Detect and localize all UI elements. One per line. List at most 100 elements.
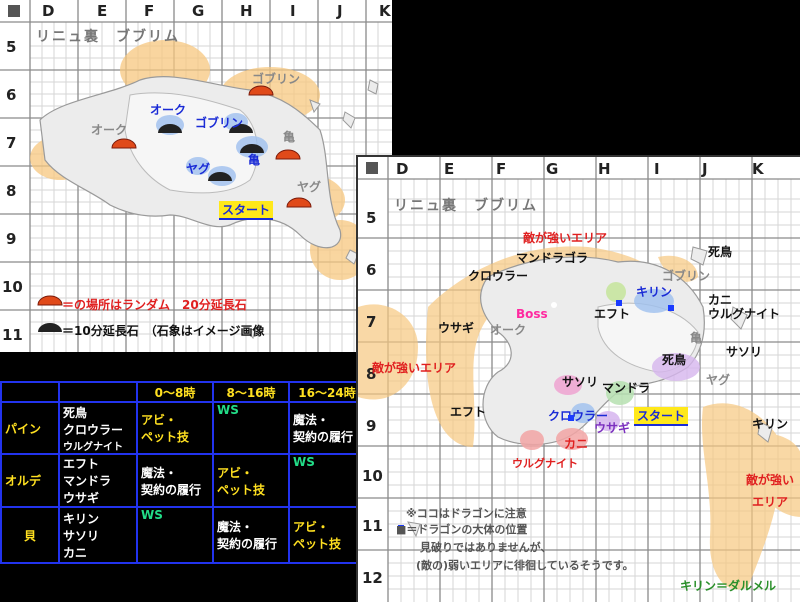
left-col-I: I bbox=[290, 2, 296, 20]
right-col-F: F bbox=[496, 160, 507, 178]
left-col-F: F bbox=[144, 2, 155, 20]
right-label-boss: Boss bbox=[516, 307, 548, 321]
tt-monster: サソリ bbox=[63, 528, 100, 543]
right-row-7: 7 bbox=[366, 313, 377, 331]
right-label-strong-area-left: 敵が強いエリア bbox=[372, 361, 457, 375]
right-note-3: 見破りではありませんが、 bbox=[420, 541, 552, 554]
tt-cell: アビ・ ペット技 bbox=[288, 506, 366, 564]
right-col-J: J bbox=[702, 160, 708, 178]
tt-monsters: 死鳥 クロウラー ウルグナイト bbox=[58, 401, 138, 455]
tt-row-name: 貝 bbox=[0, 506, 60, 564]
right-label-goblin: ゴブリン bbox=[662, 269, 711, 283]
tt-monster: マンドラ bbox=[63, 474, 112, 488]
left-row-9: 9 bbox=[6, 230, 17, 248]
right-map-panel: D E F G H I J K 5 6 7 8 9 10 11 12 リニュ裏 … bbox=[356, 155, 800, 602]
tt-row-name: オルデ bbox=[0, 453, 60, 508]
right-col-H: H bbox=[598, 160, 611, 178]
right-label-strong-area-right-2: エリア bbox=[752, 495, 789, 509]
right-label-wolgnite-top: ウルグナイト bbox=[708, 307, 781, 321]
right-note-4: (敵の)弱いエリアに徘徊しているそうです。 bbox=[416, 559, 634, 572]
right-label-strong-area-right-1: 敵が強い bbox=[746, 473, 795, 487]
tt-monster: エフト bbox=[63, 457, 100, 471]
right-label-kirin-top: キリン bbox=[636, 285, 673, 299]
left-row-11: 11 bbox=[2, 326, 23, 344]
right-label-efuto-left: エフト bbox=[450, 405, 487, 419]
tt-header-0-8: 0～8時 bbox=[136, 381, 214, 403]
left-map-title: リニュ裏 ブブリム bbox=[36, 29, 180, 45]
right-label-mandragora-top: マンドラゴラ bbox=[516, 251, 589, 265]
right-map-corner bbox=[366, 162, 378, 174]
tt-row-name: パイン bbox=[0, 401, 60, 455]
tt-cell: 魔法・ 契約の履行 bbox=[212, 506, 290, 564]
left-row-5: 5 bbox=[6, 38, 17, 56]
right-footer-kirin: キリン＝ダルメル bbox=[680, 579, 777, 593]
tt-monster: カニ bbox=[63, 545, 88, 560]
left-row-8: 8 bbox=[6, 182, 17, 200]
right-label-orc: オーク bbox=[490, 323, 527, 337]
dragon-position-marker bbox=[568, 415, 574, 421]
right-label-shicho-mid: 死鳥 bbox=[662, 353, 687, 367]
right-row-9: 9 bbox=[366, 417, 377, 435]
right-label-sasori-right: サソリ bbox=[726, 345, 763, 359]
right-label-mandora: マンドラ bbox=[602, 381, 651, 395]
tt-monsters: エフト マンドラ ウサギ bbox=[58, 453, 138, 508]
right-label-crawler-top: クロウラー bbox=[468, 269, 529, 283]
tt-row-orde: オルデ エフト マンドラ ウサギ 魔法・ 契約の履行 アビ・ ペット技 WS bbox=[0, 453, 366, 508]
left-legend-ten-min: ＝10分延長石 （石象はイメージ画像 bbox=[62, 324, 265, 338]
left-label-orc-blue: オーク bbox=[150, 103, 187, 117]
tt-header-empty-1 bbox=[0, 381, 60, 403]
right-row-10: 10 bbox=[362, 467, 383, 485]
left-col-K: K bbox=[379, 2, 391, 20]
right-label-kame: 亀 bbox=[690, 331, 703, 345]
left-start-marker: スタート bbox=[219, 201, 274, 220]
tt-monsters: キリン サソリ カニ bbox=[58, 506, 138, 564]
right-row-5: 5 bbox=[366, 209, 377, 227]
right-label-usagi: ウサギ bbox=[438, 321, 475, 335]
right-label-sasori-mid: サソリ bbox=[562, 375, 599, 389]
right-label-shicho-top: 死鳥 bbox=[708, 245, 733, 259]
left-col-G: G bbox=[192, 2, 205, 20]
left-col-E: E bbox=[97, 2, 108, 20]
tt-cell: WS bbox=[288, 453, 366, 508]
right-label-efuto-top: エフト bbox=[594, 307, 631, 321]
left-label-goblin-blue: ゴブリン bbox=[195, 116, 244, 130]
left-map-panel: D E F G H I J K L 5 6 7 8 9 10 11 リニュ裏 ブ… bbox=[0, 0, 392, 352]
right-label-strong-area-top: 敵が強いエリア bbox=[523, 231, 608, 245]
left-row-6: 6 bbox=[6, 86, 17, 104]
tt-cell: WS bbox=[136, 506, 214, 564]
tt-cell: 魔法・ 契約の履行 bbox=[136, 453, 214, 508]
left-row-7: 7 bbox=[6, 134, 17, 152]
left-col-H: H bbox=[240, 2, 253, 20]
right-col-K: K bbox=[752, 160, 764, 178]
left-label-yagu-blue: ヤグ bbox=[186, 162, 211, 176]
right-note-2: ■＝ドラゴンの大体の位置 bbox=[396, 523, 528, 536]
timetable: 0～8時 8～16時 16～24時 パイン 死鳥 クロウラー ウルグナイト アビ… bbox=[0, 381, 366, 564]
right-label-kirin-right: キリン bbox=[752, 417, 789, 431]
right-row-11: 11 bbox=[362, 517, 383, 535]
tt-header-empty-2 bbox=[58, 381, 138, 403]
tt-cell: 魔法・ 契約の履行 bbox=[288, 401, 366, 455]
right-label-kani-mid: カニ bbox=[564, 437, 589, 451]
right-label-wolgnite-mid: ウルグナイト bbox=[512, 457, 578, 470]
right-col-D: D bbox=[396, 160, 409, 178]
right-col-E: E bbox=[444, 160, 455, 178]
left-label-kame-blue: 亀 bbox=[248, 153, 261, 167]
tt-row-pine: パイン 死鳥 クロウラー ウルグナイト アビ・ ペット技 WS 魔法・ 契約の履行 bbox=[0, 401, 366, 455]
left-label-orc-grey: オーク bbox=[91, 123, 128, 137]
right-note-1: ※ココはドラゴンに注意 bbox=[406, 507, 527, 520]
tt-header-16-24: 16～24時 bbox=[288, 381, 366, 403]
tt-monster: ウサギ bbox=[63, 491, 100, 505]
left-col-D: D bbox=[42, 2, 55, 20]
left-label-kame-grey: 亀 bbox=[283, 130, 296, 144]
left-label-goblin-top: ゴブリン bbox=[252, 72, 301, 86]
left-row-10: 10 bbox=[2, 278, 23, 296]
tt-cell: WS bbox=[212, 401, 290, 455]
right-col-G: G bbox=[546, 160, 559, 178]
right-map-title: リニュ裏 ブブリム bbox=[394, 198, 538, 214]
right-label-yagu: ヤグ bbox=[706, 373, 731, 387]
right-start-marker: スタート bbox=[634, 407, 689, 426]
tt-monster: キリン bbox=[63, 511, 100, 526]
left-col-J: J bbox=[337, 2, 343, 20]
left-label-yagu-grey: ヤグ bbox=[297, 180, 322, 194]
right-row-12: 12 bbox=[362, 569, 383, 587]
